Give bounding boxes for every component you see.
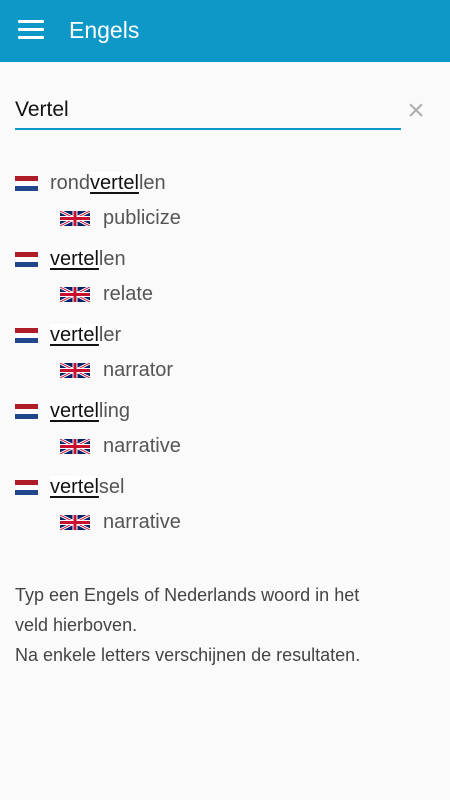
english-translation-row[interactable]: narrative xyxy=(60,507,181,537)
dutch-word: vertelling xyxy=(50,399,131,422)
dutch-flag-icon xyxy=(15,251,38,267)
match-highlight: vertel xyxy=(50,247,99,270)
uk-flag-icon xyxy=(60,210,90,226)
english-word: publicize xyxy=(103,206,181,229)
help-line-2: veld hierboven. xyxy=(15,615,138,635)
dutch-word: rondvertellen xyxy=(50,171,166,194)
list-item: vertelsel narrative xyxy=(0,472,450,548)
list-item: vertelling narrative xyxy=(0,396,450,472)
dutch-word-row[interactable]: vertellen xyxy=(15,244,126,274)
list-item: vertellen relate xyxy=(0,244,450,320)
list-item: rondvertellen publicize xyxy=(0,168,450,244)
help-line-3: Na enkele letters verschijnen de resulta… xyxy=(15,645,361,665)
english-word: relate xyxy=(103,282,154,305)
dutch-flag-icon xyxy=(15,327,38,343)
dutch-word: vertelsel xyxy=(50,475,125,498)
dutch-word-row[interactable]: verteller xyxy=(15,320,121,350)
match-highlight: vertel xyxy=(50,399,99,422)
dutch-word-row[interactable]: vertelling xyxy=(15,396,130,426)
english-translation-row[interactable]: relate xyxy=(60,279,153,309)
english-word: narrative xyxy=(103,434,181,457)
match-highlight: vertel xyxy=(90,171,139,194)
english-word: narrative xyxy=(103,510,181,533)
english-word: narrator xyxy=(103,358,174,381)
dutch-flag-icon xyxy=(15,403,38,419)
dutch-flag-icon xyxy=(15,175,38,191)
dutch-word: vertellen xyxy=(50,247,126,270)
dutch-word-row[interactable]: rondvertellen xyxy=(15,168,166,198)
search-field[interactable] xyxy=(15,96,401,130)
app-bar: Engels xyxy=(0,0,450,62)
english-translation-row[interactable]: narrative xyxy=(60,431,181,461)
dutch-word-row[interactable]: vertelsel xyxy=(15,472,124,502)
help-text: Typ een Engels of Nederlands woord in he… xyxy=(15,580,435,670)
uk-flag-icon xyxy=(60,362,90,378)
english-translation-row[interactable]: narrator xyxy=(60,355,173,385)
uk-flag-icon xyxy=(60,286,90,302)
uk-flag-icon xyxy=(60,514,90,530)
page-title: Engels xyxy=(69,17,140,43)
english-translation-row[interactable]: publicize xyxy=(60,203,181,233)
match-highlight: vertel xyxy=(50,323,99,346)
results-list: rondvertellen publicize vertellen relate… xyxy=(0,168,450,548)
help-line-1: Typ een Engels of Nederlands woord in he… xyxy=(15,585,360,605)
dutch-flag-icon xyxy=(15,479,38,495)
search-input[interactable] xyxy=(15,96,395,124)
close-icon[interactable]: × xyxy=(403,96,429,126)
dutch-word: verteller xyxy=(50,323,122,346)
uk-flag-icon xyxy=(60,438,90,454)
menu-icon[interactable] xyxy=(18,20,44,40)
match-highlight: vertel xyxy=(50,475,99,498)
list-item: verteller narrator xyxy=(0,320,450,396)
